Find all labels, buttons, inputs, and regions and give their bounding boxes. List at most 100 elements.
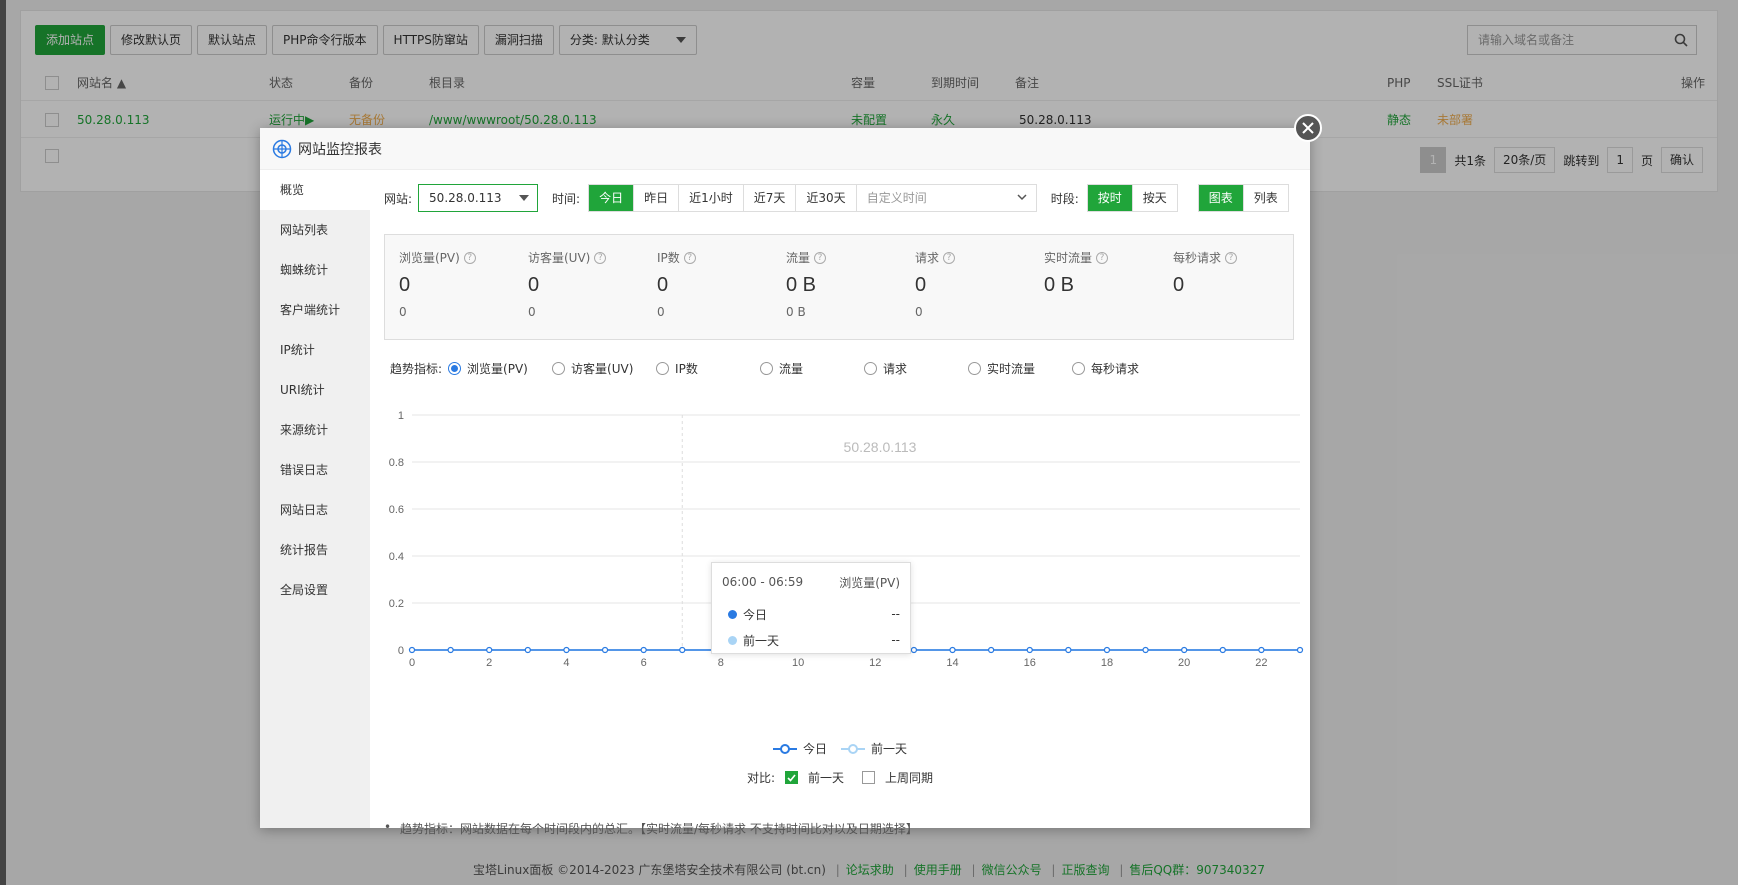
nav-report[interactable]: 统计报告 [260,530,370,570]
tab-last-7-days[interactable]: 近7天 [744,185,797,211]
data-point [601,646,609,654]
x-tick-label: 0 [409,657,415,669]
help-icon[interactable]: ? [1096,251,1109,264]
stat-pv: 浏览量(PV)? 0 0 [399,249,527,319]
view-tabs: 图表 列表 [1197,184,1289,212]
y-tick-label: 0.6 [389,504,404,516]
nav-global-settings[interactable]: 全局设置 [260,570,370,610]
radio-pv[interactable]: 浏览量(PV) [448,360,552,377]
x-tick-label: 18 [1101,657,1113,669]
stat-label: 每秒请求 [1173,251,1222,265]
nav-overview[interactable]: 概览 [260,170,370,210]
tab-by-hour[interactable]: 按时 [1087,185,1133,211]
radio-traffic[interactable]: 流量 [760,360,864,377]
data-point [679,646,686,654]
data-point [1219,646,1226,654]
tab-yesterday[interactable]: 昨日 [634,185,680,211]
radio-button[interactable] [656,362,670,375]
stat-value: 0 [528,274,540,296]
legend-line-icon [841,743,865,754]
stat-prev: 0 [657,305,665,319]
radio-button[interactable] [1072,362,1086,375]
data-point [563,646,570,654]
radio-button[interactable] [448,362,462,375]
radio-button[interactable] [864,362,878,375]
stat-label: 请求 [915,251,940,265]
nav-spider-stats[interactable]: 蜘蛛统计 [260,250,370,290]
close-modal-button[interactable] [1294,114,1322,142]
x-tick-label: 12 [869,657,881,669]
radio-ip[interactable]: IP数 [656,360,760,377]
stat-value: 0 [915,274,927,296]
stat-value: 0 [399,274,411,296]
stat-label: 流量 [786,251,811,265]
stat-prev: 0 [915,305,923,319]
radio-requests[interactable]: 请求 [864,360,968,377]
nav-site-list[interactable]: 网站列表 [260,210,370,250]
help-icon[interactable]: ? [1225,251,1238,264]
legend-line-icon [772,743,797,754]
radio-button[interactable] [968,362,982,375]
site-select[interactable]: 50.28.0.113 [418,184,539,212]
tab-chart[interactable]: 图表 [1198,185,1244,211]
legend-prev-day[interactable]: 前一天 [841,740,907,757]
custom-time-picker[interactable]: 自定义时间 [856,184,1037,212]
site-label: 网站: [384,191,413,206]
custom-time-placeholder: 自定义时间 [866,191,927,205]
help-icon[interactable]: ? [814,251,827,264]
stat-value: 0 [657,274,669,296]
tab-by-day[interactable]: 按天 [1133,185,1177,211]
radio-label: 每秒请求 [1091,362,1140,376]
x-tick-label: 2 [486,657,492,669]
nav-site-log[interactable]: 网站日志 [260,490,370,530]
compare-prev-day-checkbox[interactable] [785,771,798,784]
radio-qps[interactable]: 每秒请求 [1072,360,1139,377]
compare-label: 对比: [746,771,775,785]
help-icon[interactable]: ? [463,251,476,264]
stat-value: 0 B [1044,274,1075,296]
site-select-value: 50.28.0.113 [429,191,502,205]
data-point [1103,646,1111,654]
stat-traffic: 流量? 0 B 0 B [786,249,914,319]
help-icon[interactable]: ? [594,251,607,264]
x-tick-label: 8 [718,657,724,669]
radio-uv[interactable]: 访客量(UV) [552,360,656,377]
nav-client-stats[interactable]: 客户端统计 [260,290,370,330]
tooltip-prev-value: -- [891,633,900,647]
compare-prev-day-label: 前一天 [808,771,845,785]
nav-ip-stats[interactable]: IP统计 [260,330,370,370]
radio-button[interactable] [760,362,774,375]
stat-uv: 访客量(UV)? 0 0 [528,249,656,319]
nav-error-log[interactable]: 错误日志 [260,450,370,490]
trend-note: 趋势指标：网站数据在每个时间段内的总汇。【实时流量/每秒请求 不支持时间比对以及… [384,820,918,837]
chart-legend: 今日 前一天 [370,740,1310,757]
help-icon[interactable]: ? [943,251,956,264]
tab-last-30-days[interactable]: 近30天 [796,185,855,211]
radio-label: 流量 [779,362,804,376]
stat-label: 浏览量(PV) [399,251,460,265]
data-point [1296,646,1304,654]
tab-list[interactable]: 列表 [1244,185,1288,211]
compare-last-week-checkbox[interactable] [862,771,876,784]
radio-realtime-traffic[interactable]: 实时流量 [968,360,1072,377]
radio-button[interactable] [552,362,566,375]
data-point [1258,646,1265,654]
trend-label: 趋势指标: [390,362,443,376]
chart-tooltip: 06:00 - 06:59 浏览量(PV) 今日 -- 前一天 -- [711,562,911,654]
help-icon[interactable]: ? [683,251,696,264]
stats-summary: 浏览量(PV)? 0 0 访客量(UV)? 0 0 IP数? 0 0 流量? 0… [384,234,1294,340]
data-point [408,646,416,654]
stat-prev: 0 B [786,305,806,319]
time-range-tabs: 今日 昨日 近1小时 近7天 近30天 [588,184,857,212]
tab-today[interactable]: 今日 [589,185,635,211]
tab-last-hour[interactable]: 近1小时 [679,185,744,211]
stat-label: IP数 [657,251,680,265]
legend-today[interactable]: 今日 [772,740,827,757]
y-tick-label: 1 [398,410,404,422]
nav-uri-stats[interactable]: URI统计 [260,370,370,410]
stat-prev: 0 [528,305,536,319]
radio-label: 请求 [883,362,908,376]
radio-label: 实时流量 [987,362,1036,376]
stat-realtime-traffic: 实时流量? 0 B [1044,249,1172,297]
nav-referer-stats[interactable]: 来源统计 [260,410,370,450]
